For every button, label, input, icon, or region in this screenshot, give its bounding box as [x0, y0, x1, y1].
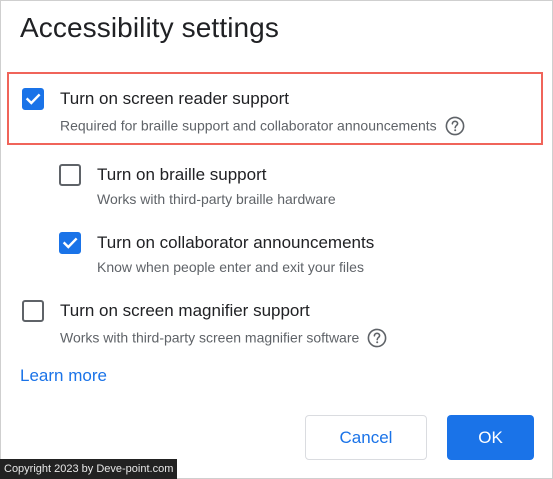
screen-magnifier-label: Turn on screen magnifier support [60, 301, 310, 320]
screen-reader-label: Turn on screen reader support [60, 89, 289, 108]
ok-button[interactable]: OK [447, 415, 534, 460]
collaborator-announcements-checkbox[interactable] [59, 232, 81, 254]
screen-reader-description: Required for braille support and collabo… [60, 117, 437, 134]
screen-magnifier-description-row: Works with third-party screen magnifier … [60, 328, 387, 349]
screen-magnifier-description: Works with third-party screen magnifier … [60, 329, 360, 346]
dialog-title: Accessibility settings [20, 12, 279, 43]
collaborator-announcements-description: Know when people enter and exit your fil… [97, 259, 364, 275]
learn-more-link[interactable]: Learn more [20, 366, 107, 386]
question-circle-icon[interactable] [445, 116, 465, 136]
braille-label: Turn on braille support [97, 165, 267, 184]
screen-magnifier-checkbox[interactable] [22, 300, 44, 322]
braille-checkbox[interactable] [59, 164, 81, 186]
braille-description: Works with third-party braille hardware [97, 191, 336, 207]
collaborator-announcements-label: Turn on collaborator announcements [97, 233, 375, 252]
screen-reader-checkbox[interactable] [22, 88, 44, 110]
screen-reader-description-row: Required for braille support and collabo… [60, 116, 465, 137]
question-circle-icon[interactable] [367, 328, 387, 348]
cancel-button[interactable]: Cancel [305, 415, 427, 460]
checkmark-icon [62, 237, 78, 249]
checkmark-icon [25, 93, 41, 105]
copyright-watermark: Copyright 2023 by Deve-point.com [0, 459, 178, 479]
accessibility-settings-dialog: Accessibility settings Turn on screen re… [0, 0, 553, 479]
